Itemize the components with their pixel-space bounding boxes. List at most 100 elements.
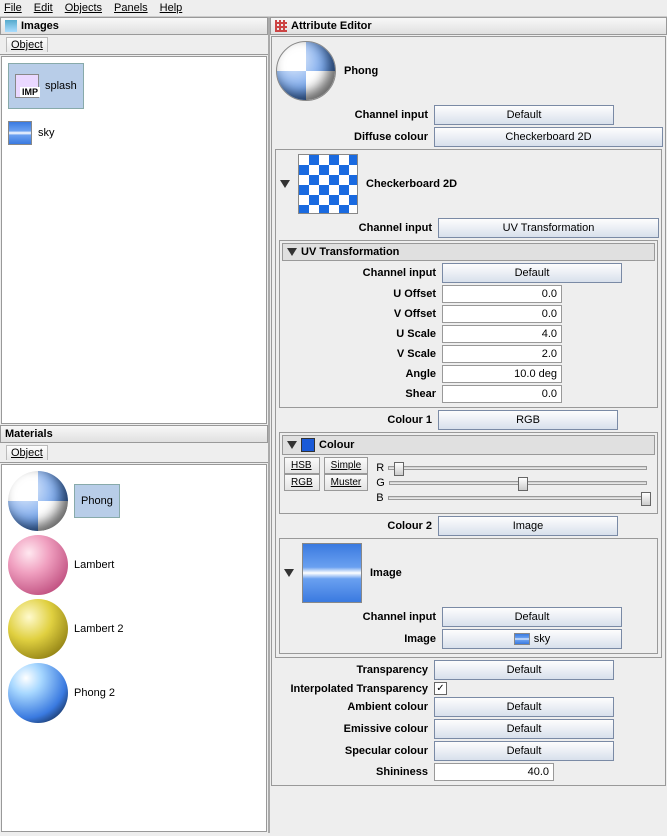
images-tab-object[interactable]: Object	[6, 37, 48, 52]
label-channel-input: Channel input	[274, 109, 434, 121]
material-label: Lambert 2	[74, 623, 124, 635]
colour2-button[interactable]: Image	[438, 516, 618, 536]
slider-g[interactable]	[389, 481, 647, 485]
phong-diffuse-button[interactable]: Checkerboard 2D	[434, 127, 663, 147]
tab-rgb[interactable]: RGB	[284, 474, 320, 491]
collapse-icon[interactable]	[280, 180, 290, 188]
menu-help[interactable]: Help	[160, 2, 183, 14]
menu-file[interactable]: File	[4, 2, 22, 14]
colour1-button[interactable]: RGB	[438, 410, 618, 430]
label-interp-transparency: Interpolated Transparency	[274, 683, 434, 695]
ambient-button[interactable]: Default	[434, 697, 614, 717]
menubar: File Edit Objects Panels Help	[0, 0, 667, 17]
phong2-thumb	[8, 663, 68, 723]
colour-group: Colour HSB RGB Simple Muster R	[279, 432, 658, 514]
uv-title: UV Transformation	[301, 246, 399, 258]
lambert2-thumb	[8, 599, 68, 659]
image-label: sky	[38, 127, 55, 139]
image-item-splash[interactable]: splash	[6, 61, 262, 111]
menu-panels[interactable]: Panels	[114, 2, 148, 14]
material-item-phong2[interactable]: Phong 2	[6, 661, 262, 725]
images-panel-title: Images	[0, 17, 268, 35]
uv-channel-input-button[interactable]: Default	[442, 263, 622, 283]
material-item-lambert[interactable]: Lambert	[6, 533, 262, 597]
u-scale-input[interactable]: 4.0	[442, 325, 562, 343]
image-val-text: sky	[534, 633, 551, 645]
image-label: splash	[45, 80, 77, 92]
splash-thumb	[15, 74, 39, 98]
attr-title-text: Attribute Editor	[291, 20, 372, 32]
image-group: Image Channel inputDefault Image sky	[279, 538, 658, 654]
interp-transparency-checkbox[interactable]: ✓	[434, 682, 447, 695]
label-ambient: Ambient colour	[274, 701, 434, 713]
v-scale-input[interactable]: 2.0	[442, 345, 562, 363]
material-item-phong[interactable]: Phong	[6, 469, 262, 533]
colour-title: Colour	[319, 439, 354, 451]
collapse-icon[interactable]	[287, 441, 297, 449]
checker-preview	[298, 154, 358, 214]
v-offset-input[interactable]: 0.0	[442, 305, 562, 323]
colour-swatch	[301, 438, 315, 452]
image-preview	[302, 543, 362, 603]
material-item-lambert2[interactable]: Lambert 2	[6, 597, 262, 661]
images-list[interactable]: splash sky	[1, 56, 267, 424]
collapse-icon[interactable]	[284, 569, 294, 577]
angle-input[interactable]: 10.0 deg	[442, 365, 562, 383]
label-r: R	[376, 462, 384, 474]
phong-thumb	[8, 471, 68, 531]
materials-title-text: Materials	[5, 428, 53, 440]
collapse-icon[interactable]	[287, 248, 297, 256]
image-channel-input-button[interactable]: Default	[442, 607, 622, 627]
tab-simple[interactable]: Simple	[324, 457, 369, 474]
image-select-button[interactable]: sky	[442, 629, 622, 649]
sky-mini-thumb	[514, 633, 530, 645]
lambert-thumb	[8, 535, 68, 595]
materials-tabbar: Object	[0, 443, 268, 463]
material-label: Phong 2	[74, 687, 115, 699]
phong-preview	[276, 41, 336, 101]
image-name: Image	[370, 567, 402, 579]
checker-channel-input-button[interactable]: UV Transformation	[438, 218, 659, 238]
label-channel-input: Channel input	[282, 267, 442, 279]
label-colour1: Colour 1	[278, 414, 438, 426]
material-label: Phong	[74, 484, 120, 518]
checker-name: Checkerboard 2D	[366, 178, 457, 190]
label-emissive: Emissive colour	[274, 723, 434, 735]
image-item-sky[interactable]: sky	[6, 119, 262, 147]
label-diffuse: Diffuse colour	[274, 131, 434, 143]
materials-list[interactable]: Phong Lambert Lambert 2 Phong 2	[1, 464, 267, 832]
slider-b[interactable]	[388, 496, 647, 500]
slider-r[interactable]	[388, 466, 647, 470]
label-v-offset: V Offset	[282, 308, 442, 320]
materials-tab-object[interactable]: Object	[6, 445, 48, 460]
label-g: G	[376, 477, 385, 489]
menu-objects[interactable]: Objects	[65, 2, 102, 14]
phong-name: Phong	[344, 65, 378, 77]
label-channel-input: Channel input	[282, 611, 442, 623]
shininess-input[interactable]: 40.0	[434, 763, 554, 781]
menu-edit[interactable]: Edit	[34, 2, 53, 14]
tab-muster[interactable]: Muster	[324, 474, 369, 491]
emissive-button[interactable]: Default	[434, 719, 614, 739]
images-title-text: Images	[21, 20, 59, 32]
u-offset-input[interactable]: 0.0	[442, 285, 562, 303]
label-image: Image	[282, 633, 442, 645]
label-colour2: Colour 2	[278, 520, 438, 532]
label-specular: Specular colour	[274, 745, 434, 757]
label-v-scale: V Scale	[282, 348, 442, 360]
sky-thumb	[8, 121, 32, 145]
specular-button[interactable]: Default	[434, 741, 614, 761]
phong-channel-input-button[interactable]: Default	[434, 105, 614, 125]
image-icon	[5, 20, 17, 32]
checker-group: Checkerboard 2D Channel input UV Transfo…	[275, 149, 662, 658]
label-u-scale: U Scale	[282, 328, 442, 340]
label-transparency: Transparency	[274, 664, 434, 676]
uv-group: UV Transformation Channel inputDefault U…	[279, 240, 658, 408]
materials-panel-title: Materials	[0, 425, 268, 443]
label-shear: Shear	[282, 388, 442, 400]
tab-hsb[interactable]: HSB	[284, 457, 320, 474]
shear-input[interactable]: 0.0	[442, 385, 562, 403]
phong-group: Phong Channel input Default Diffuse colo…	[271, 36, 666, 786]
transparency-button[interactable]: Default	[434, 660, 614, 680]
material-label: Lambert	[74, 559, 114, 571]
